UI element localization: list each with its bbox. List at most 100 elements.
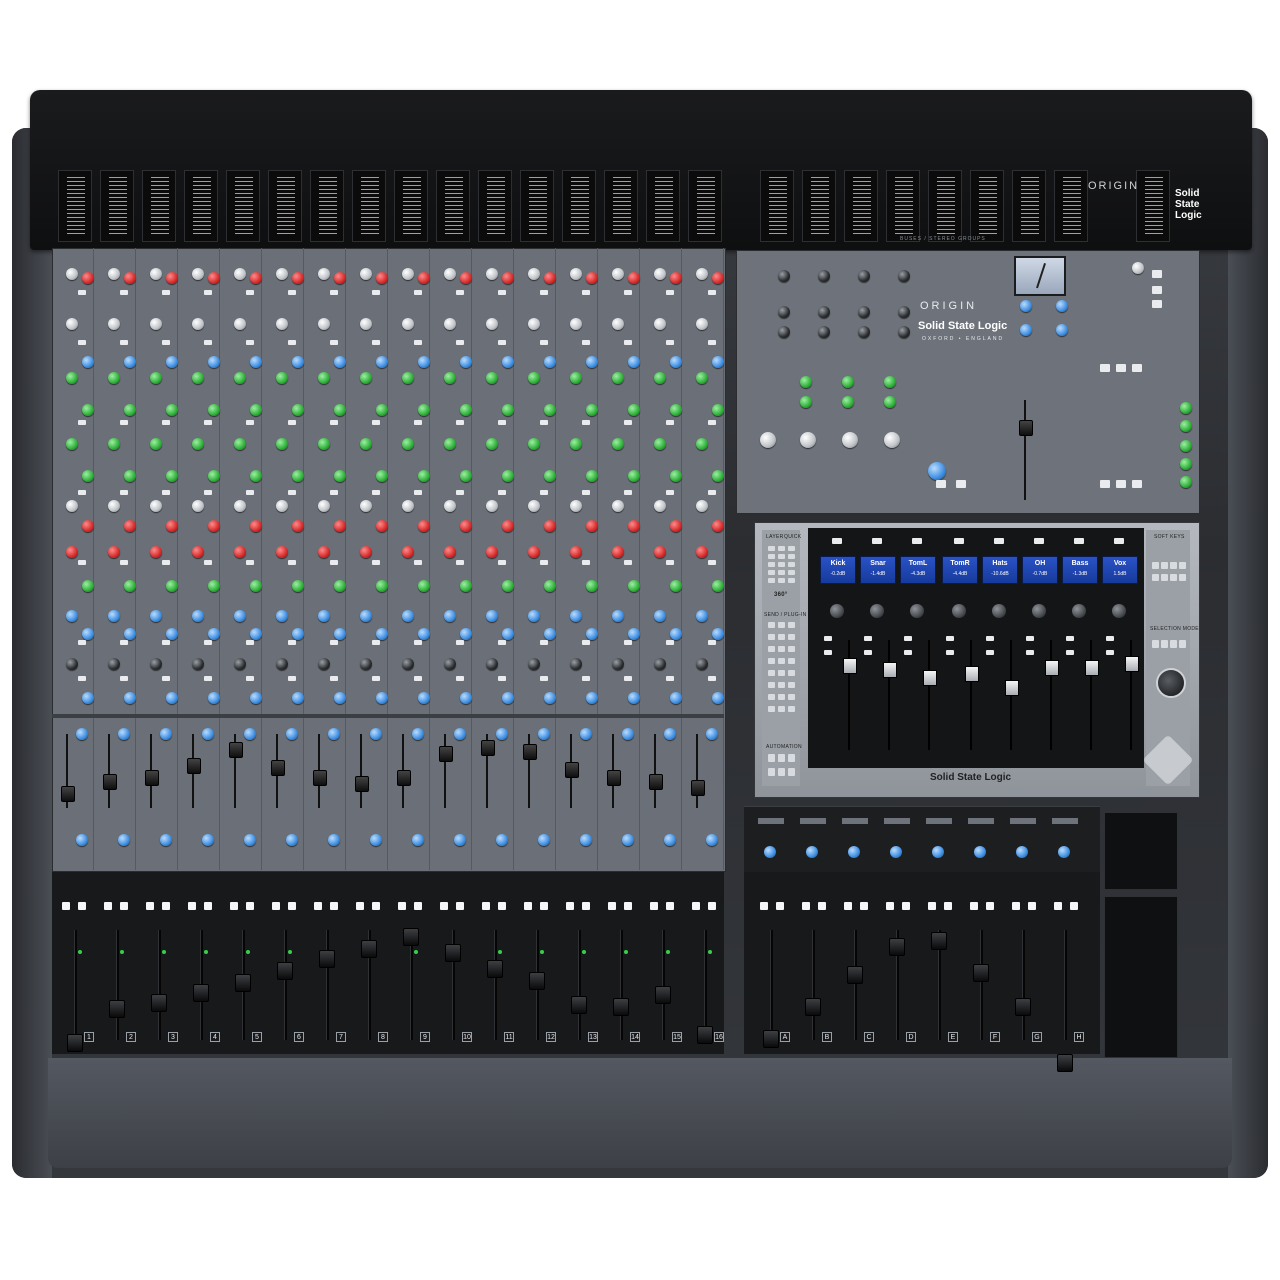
channel-knob[interactable]: [292, 520, 304, 532]
master-send-knob[interactable]: [884, 432, 900, 448]
channel-knob[interactable]: [444, 610, 456, 622]
daw-send-button[interactable]: [788, 694, 795, 700]
master-fader[interactable]: [1019, 420, 1033, 436]
daw-mode-button[interactable]: [768, 578, 775, 583]
master-green-knob[interactable]: [884, 396, 896, 408]
channel-button[interactable]: [246, 560, 254, 565]
channel-knob[interactable]: [402, 500, 414, 512]
group-mute-button[interactable]: [818, 902, 826, 910]
channel-button[interactable]: [330, 490, 338, 495]
daw-encoder[interactable]: [1032, 604, 1046, 618]
channel-knob[interactable]: [502, 580, 514, 592]
channel-knob[interactable]: [66, 500, 78, 512]
daw-select-button[interactable]: [954, 538, 964, 544]
master-button[interactable]: [1152, 286, 1162, 294]
daw-solo-button[interactable]: [986, 650, 994, 655]
channel-button[interactable]: [456, 340, 464, 345]
channel-knob[interactable]: [208, 470, 220, 482]
daw-mode-button[interactable]: [788, 546, 795, 551]
channel-knob[interactable]: [108, 268, 120, 280]
channel-knob[interactable]: [150, 372, 162, 384]
channel-button[interactable]: [204, 340, 212, 345]
daw-send-button[interactable]: [788, 634, 795, 640]
channel-button[interactable]: [120, 676, 128, 681]
daw-mute-button[interactable]: [986, 636, 994, 641]
channel-button[interactable]: [666, 676, 674, 681]
channel-button[interactable]: [204, 490, 212, 495]
channel-knob[interactable]: [334, 520, 346, 532]
channel-knob[interactable]: [570, 438, 582, 450]
daw-fader[interactable]: [1085, 660, 1099, 676]
channel-knob[interactable]: [418, 470, 430, 482]
channel-button[interactable]: [204, 290, 212, 295]
group-fader[interactable]: [973, 964, 989, 982]
channel-knob[interactable]: [376, 470, 388, 482]
daw-fader[interactable]: [923, 670, 937, 686]
channel-button[interactable]: [330, 560, 338, 565]
channel-knob[interactable]: [292, 404, 304, 416]
daw-encoder[interactable]: [952, 604, 966, 618]
master-button[interactable]: [1100, 364, 1110, 372]
channel-knob[interactable]: [166, 404, 178, 416]
channel-knob[interactable]: [670, 692, 682, 704]
channel-knob[interactable]: [612, 318, 624, 330]
channel-knob[interactable]: [586, 628, 598, 640]
daw-soft-key[interactable]: [1161, 562, 1168, 569]
master-fx-knob[interactable]: [1180, 402, 1192, 414]
channel-knob[interactable]: [318, 500, 330, 512]
channel-knob[interactable]: [192, 500, 204, 512]
group-pan-knob[interactable]: [806, 846, 818, 858]
channel-select-button[interactable]: [566, 902, 574, 910]
channel-knob[interactable]: [250, 580, 262, 592]
master-button[interactable]: [1132, 364, 1142, 372]
daw-automation-button[interactable]: [768, 754, 775, 762]
channel-button[interactable]: [204, 560, 212, 565]
channel-knob[interactable]: [66, 546, 78, 558]
daw-selection-button[interactable]: [1179, 640, 1186, 648]
channel-button[interactable]: [288, 420, 296, 425]
channel-knob[interactable]: [418, 580, 430, 592]
channel-knob[interactable]: [376, 520, 388, 532]
channel-knob[interactable]: [376, 628, 388, 640]
channel-knob[interactable]: [502, 272, 514, 284]
channel-knob[interactable]: [670, 272, 682, 284]
daw-mode-button[interactable]: [788, 578, 795, 583]
channel-knob[interactable]: [124, 404, 136, 416]
channel-knob[interactable]: [528, 268, 540, 280]
channel-knob[interactable]: [528, 372, 540, 384]
channel-button[interactable]: [288, 290, 296, 295]
channel-pan-knob[interactable]: [580, 728, 592, 740]
channel-mute-button[interactable]: [624, 902, 632, 910]
channel-button[interactable]: [246, 676, 254, 681]
master-green-knob[interactable]: [800, 396, 812, 408]
master-knob[interactable]: [778, 270, 790, 282]
master-fx-knob[interactable]: [1180, 458, 1192, 470]
channel-fader[interactable]: [613, 998, 629, 1016]
channel-knob[interactable]: [696, 500, 708, 512]
channel-small-fader[interactable]: [61, 786, 75, 802]
channel-knob[interactable]: [82, 628, 94, 640]
channel-button[interactable]: [330, 640, 338, 645]
channel-mute-button[interactable]: [708, 902, 716, 910]
channel-knob[interactable]: [444, 372, 456, 384]
channel-knob[interactable]: [486, 372, 498, 384]
channel-knob[interactable]: [486, 318, 498, 330]
channel-knob[interactable]: [150, 438, 162, 450]
channel-button[interactable]: [582, 290, 590, 295]
channel-small-fader[interactable]: [271, 760, 285, 776]
channel-button[interactable]: [120, 560, 128, 565]
channel-knob[interactable]: [402, 268, 414, 280]
channel-knob[interactable]: [318, 318, 330, 330]
channel-button[interactable]: [330, 290, 338, 295]
channel-bottom-knob[interactable]: [244, 834, 256, 846]
channel-button[interactable]: [708, 420, 716, 425]
channel-knob[interactable]: [612, 610, 624, 622]
channel-knob[interactable]: [234, 500, 246, 512]
daw-send-button[interactable]: [778, 658, 785, 664]
daw-send-button[interactable]: [768, 682, 775, 688]
channel-bottom-knob[interactable]: [286, 834, 298, 846]
channel-knob[interactable]: [66, 318, 78, 330]
channel-knob[interactable]: [696, 438, 708, 450]
channel-knob[interactable]: [82, 356, 94, 368]
channel-button[interactable]: [666, 290, 674, 295]
